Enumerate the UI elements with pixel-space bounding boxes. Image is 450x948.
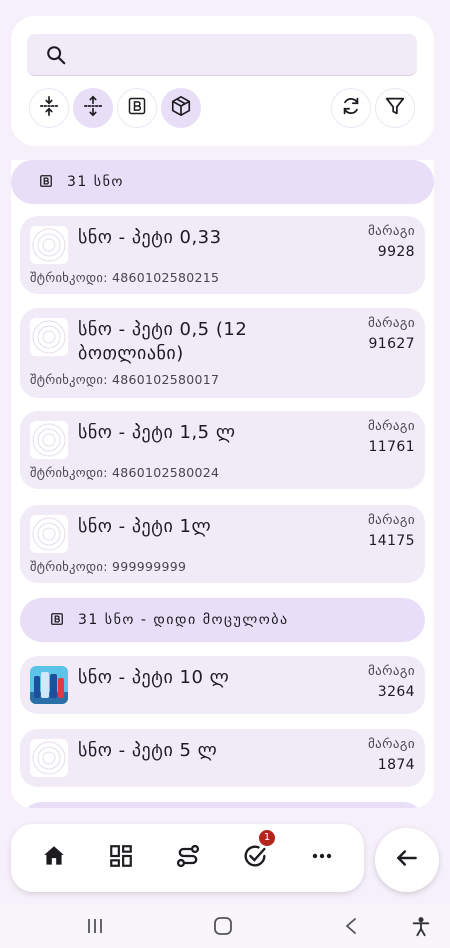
product-list: 31 სნო სნო - პეტი 0,33 მარაგი 9928 შტრიხ… [11, 160, 434, 808]
product-image-placeholder [30, 226, 68, 264]
recents-icon [84, 916, 106, 940]
package-icon [170, 95, 192, 121]
product-name: სნო - პეტი 0,5 (12 ბოთლიანი) [78, 319, 248, 364]
back-button[interactable] [375, 828, 439, 892]
system-nav-bar [0, 904, 450, 948]
product-name: სნო - პეტი 0,33 [78, 227, 222, 248]
product-name: სნო - პეტი 1ლ [78, 516, 212, 537]
list-item[interactable]: სნო - პეტი 0,33 მარაგი 9928 შტრიხკოდი: 4… [20, 216, 425, 294]
stock-value: 1874 [377, 757, 415, 773]
product-image-placeholder [30, 739, 68, 777]
stock-value: 91627 [368, 336, 415, 352]
grid-icon [108, 843, 134, 873]
back-chevron-icon [340, 916, 362, 940]
route-icon [174, 842, 202, 874]
accessibility-icon [410, 916, 432, 942]
notification-badge: 1 [259, 830, 275, 846]
product-name: სნო - პეტი 1,5 ლ [78, 422, 236, 443]
barcode-box-icon [39, 173, 53, 192]
search-icon [45, 44, 67, 70]
nav-catalog-button[interactable] [105, 842, 137, 874]
bottom-nav: 1 [11, 824, 364, 892]
barcode-text: შტრიხკოდი: 4860102580024 [30, 465, 220, 480]
collapse-vertical-icon [38, 95, 60, 121]
stock-label: მარაგი [367, 316, 415, 331]
barcode-text: შტრიხკოდი: 999999999 [30, 559, 187, 574]
stock-value: 3264 [377, 684, 415, 700]
home-icon [41, 843, 67, 873]
nav-routes-button[interactable] [172, 842, 204, 874]
group-header-partial[interactable] [20, 802, 425, 808]
search-input[interactable] [27, 34, 417, 76]
task-check-icon [241, 842, 269, 874]
expand-all-button[interactable] [73, 88, 113, 128]
system-home-button[interactable] [212, 916, 234, 940]
filter-button[interactable] [375, 88, 415, 128]
nav-home-button[interactable] [38, 842, 70, 874]
product-name: სნო - პეტი 5 ლ [78, 740, 218, 761]
list-item[interactable]: სნო - პეტი 1,5 ლ მარაგი 11761 შტრიხკოდი:… [20, 411, 425, 489]
list-item[interactable]: სნო - პეტი 5 ლ მარაგი 1874 [20, 729, 425, 787]
stock-value: 11761 [368, 439, 415, 455]
system-accessibility-button[interactable] [410, 916, 432, 942]
group-header[interactable]: 31 სნო - დიდი მოცულობა [20, 598, 425, 642]
list-item[interactable]: სნო - პეტი 1ლ მარაგი 14175 შტრიხკოდი: 99… [20, 505, 425, 583]
product-name: სნო - პეტი 10 ლ [78, 667, 230, 688]
stock-label: მარაგი [367, 513, 415, 528]
list-item[interactable]: სნო - პეტი 10 ლ მარაგი 3264 [20, 656, 425, 714]
group-header-label: 31 სნო - დიდი მოცულობა [78, 612, 289, 628]
product-image-placeholder [30, 421, 68, 459]
stock-value: 14175 [368, 533, 415, 549]
toolbar-card [11, 16, 434, 146]
nav-tasks-button[interactable]: 1 [239, 830, 275, 874]
stock-label: მარაგი [367, 664, 415, 679]
more-icon [310, 844, 334, 872]
stock-label: მარაგი [367, 224, 415, 239]
group-header-label: 31 სნო [67, 174, 124, 190]
expand-vertical-icon [82, 95, 104, 121]
product-image-placeholder [30, 515, 68, 553]
barcode-text: შტრიხკოდი: 4860102580215 [30, 270, 220, 285]
barcode-text: შტრიხკოდი: 4860102580017 [30, 372, 220, 387]
collapse-all-button[interactable] [29, 88, 69, 128]
barcode-box-icon [50, 611, 64, 630]
nav-more-button[interactable] [306, 842, 338, 874]
stock-label: მარაგი [367, 737, 415, 752]
system-back-button[interactable] [340, 916, 362, 940]
barcode-box-icon [127, 96, 147, 120]
home-circle-icon [212, 916, 234, 940]
stock-label: მარაგი [367, 419, 415, 434]
product-image [30, 666, 68, 704]
group-header[interactable]: 31 სნო [11, 160, 434, 204]
stock-value: 9928 [377, 244, 415, 260]
product-view-button[interactable] [161, 88, 201, 128]
refresh-button[interactable] [331, 88, 371, 128]
product-image-placeholder [30, 318, 68, 356]
filter-icon [384, 95, 406, 121]
refresh-icon [340, 95, 362, 121]
back-arrow-icon [394, 845, 420, 875]
list-item[interactable]: სნო - პეტი 0,5 (12 ბოთლიანი) მარაგი 9162… [20, 308, 425, 398]
system-recents-button[interactable] [84, 916, 106, 940]
brand-view-button[interactable] [117, 88, 157, 128]
